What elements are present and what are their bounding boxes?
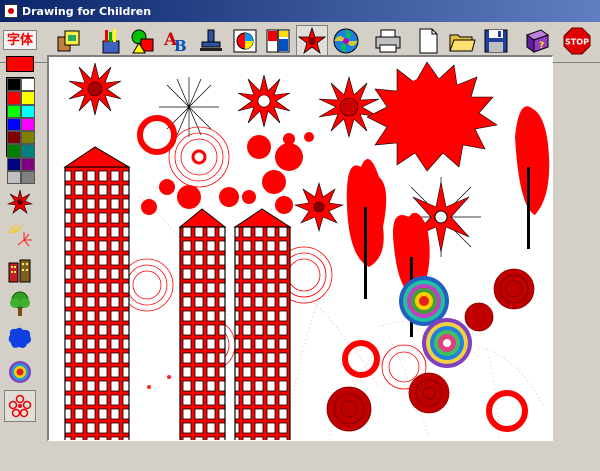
spiral-pattern-button[interactable] [330,25,362,57]
palette-color-gray[interactable] [21,171,35,185]
font-button[interactable]: 字体 [3,30,37,50]
palette-color-teal[interactable] [21,144,35,158]
palette-color-navy[interactable] [7,157,21,172]
shapes-icon [131,29,154,54]
clipart-paste-button[interactable] [53,25,85,57]
palette-color-darkgreen[interactable] [7,144,21,158]
tree-button[interactable] [4,288,36,320]
new-document-icon [419,28,438,54]
text-ab-icon: AB [163,30,187,55]
window-title: Drawing for Children [22,4,152,18]
crayons-button[interactable] [95,25,127,57]
app-icon [4,4,18,18]
help-book-icon: ? [525,29,550,53]
help-button[interactable]: ? [521,25,553,57]
crayons-brush-icon [102,29,120,54]
color-fill-icon [233,29,257,53]
palette-color-black[interactable] [7,78,21,92]
print-button[interactable] [372,25,404,57]
rectangles-button[interactable] [262,25,294,57]
palette-color-maroon[interactable] [7,131,21,145]
rings-button[interactable] [4,356,36,388]
tree-icon [10,291,30,316]
current-color-swatch [6,56,34,72]
stop-exit-icon: STOP [563,27,591,55]
palette-color-cyan[interactable] [21,104,35,118]
save-disk-icon [484,29,508,53]
palette-color-magenta[interactable] [21,117,35,132]
shapes-button[interactable] [127,25,159,57]
svg-text:STOP: STOP [565,38,589,47]
palette-color-olive[interactable] [21,131,35,145]
stamp-icon [200,29,222,51]
rings-icon [9,361,31,383]
color-palette [6,77,35,185]
canvas-artwork [63,61,550,440]
drawing-canvas[interactable] [47,55,553,441]
printer-icon [375,29,401,53]
title-bar: Drawing for Children [0,0,600,22]
clipart-paste-icon [57,30,80,52]
blob-button[interactable] [4,322,36,354]
palette-color-blue[interactable] [7,117,21,132]
palette-color-yellow[interactable] [21,91,35,105]
building-button[interactable] [4,254,36,286]
palette-color-green[interactable] [7,104,21,118]
new-button[interactable] [412,25,444,57]
svg-text:?: ? [539,41,544,51]
fireworks-button[interactable] [4,220,36,252]
flower-icon [8,394,32,418]
stamp-button[interactable] [195,25,227,57]
rectangles-icon [266,29,290,53]
palette-color-silver[interactable] [7,171,21,185]
flower-button[interactable] [4,390,36,422]
palette-color-red[interactable] [7,91,21,105]
fill-button[interactable] [229,25,261,57]
svg-text:B: B [174,37,187,55]
save-button[interactable] [480,25,512,57]
open-button[interactable] [446,25,478,57]
star-brush-icon [7,189,33,214]
open-folder-icon [449,34,476,52]
star-pattern-button[interactable] [296,25,328,57]
stop-button[interactable]: STOP [561,25,593,57]
building-icon [8,259,31,283]
palette-color-purple[interactable] [21,157,35,172]
text-button[interactable]: AB [160,25,192,57]
star-pattern-icon [298,27,326,55]
spiral-pattern-icon [333,28,359,54]
palette-color-white[interactable] [21,78,35,92]
blob-icon [8,327,31,348]
star-brush-button[interactable] [4,186,36,218]
fireworks-icon [8,224,32,247]
